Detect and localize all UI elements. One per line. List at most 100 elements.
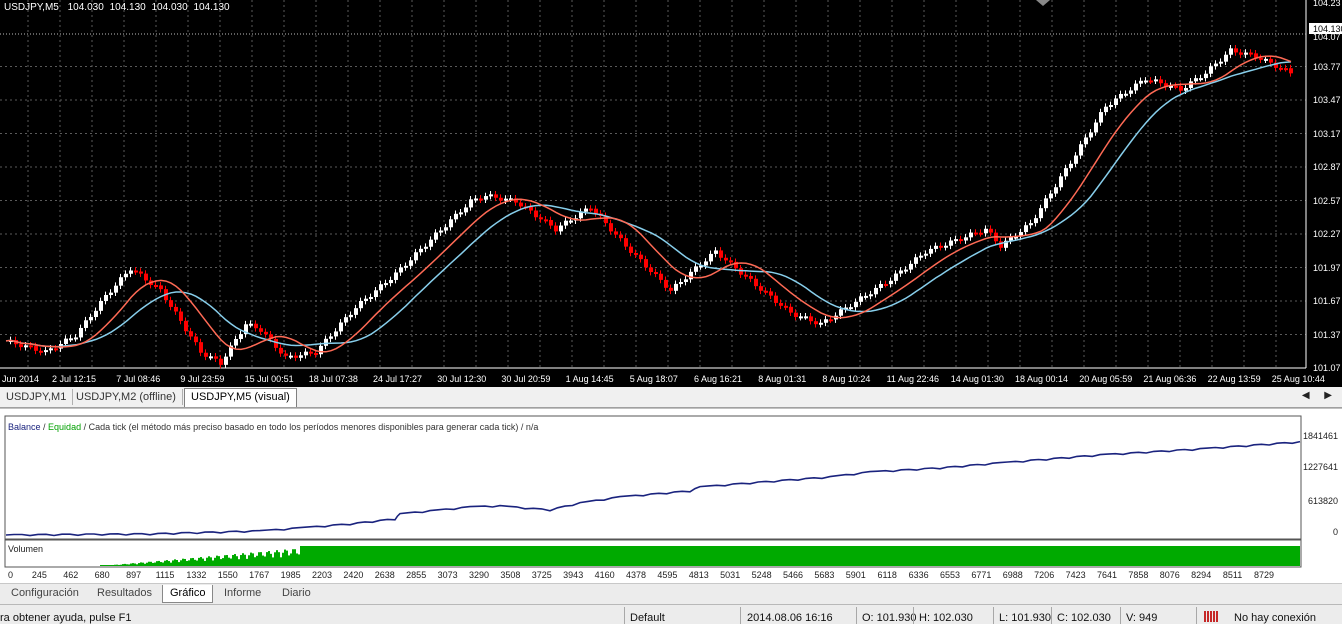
bull-candle	[1069, 163, 1073, 169]
bull-candle	[289, 355, 293, 358]
volume-bar	[546, 546, 548, 566]
volume-bar	[192, 557, 194, 566]
volume-bar	[1236, 546, 1238, 566]
volume-bar	[784, 546, 786, 566]
trade-number-label: 2203	[312, 570, 332, 580]
tab-usdjpy-m5-visual[interactable]: USDJPY,M5 (visual)	[184, 388, 297, 407]
bear-candle	[54, 348, 58, 351]
volume-bar	[272, 557, 274, 566]
bull-candle	[964, 237, 968, 241]
tab-usdjpy-m1[interactable]: USDJPY,M1	[0, 389, 74, 405]
tab-configuracion[interactable]: Configuración	[4, 585, 86, 602]
tab-resultados[interactable]: Resultados	[90, 585, 159, 602]
volume-bar	[1270, 546, 1272, 566]
status-close: C: 102.030	[1057, 612, 1111, 624]
volume-bar	[1070, 546, 1072, 566]
status-divider	[1120, 607, 1121, 624]
volume-bar	[258, 552, 260, 566]
volume-bar	[922, 546, 924, 566]
volume-bar	[866, 546, 868, 566]
volume-bar	[396, 546, 398, 566]
volume-bar	[640, 546, 642, 566]
bull-candle	[114, 285, 118, 293]
trade-number-label: 2420	[343, 570, 363, 580]
bull-candle	[24, 345, 28, 348]
bull-candle	[1084, 137, 1088, 145]
status-volume: V: 949	[1126, 612, 1158, 624]
volume-bar	[304, 546, 306, 566]
volume-bar	[150, 561, 152, 566]
volume-bar	[802, 546, 804, 566]
volume-bar	[826, 546, 828, 566]
status-profile[interactable]: Default	[630, 612, 665, 624]
bull-candle	[109, 292, 113, 296]
volume-bar	[1020, 546, 1022, 566]
volume-bar	[270, 553, 272, 566]
bull-candle	[934, 245, 938, 249]
volume-bar	[1086, 546, 1088, 566]
bear-candle	[189, 331, 193, 337]
volume-bar	[652, 546, 654, 566]
volume-bar	[1170, 546, 1172, 566]
volume-bar	[976, 546, 978, 566]
volume-bar	[328, 546, 330, 566]
volume-bar	[380, 546, 382, 566]
volume-bar	[154, 562, 156, 566]
tab-grafico[interactable]: Gráfico	[162, 585, 214, 603]
bear-candle	[314, 353, 318, 356]
volume-bar	[324, 546, 326, 566]
bull-candle	[379, 284, 383, 291]
time-label: 30 Jul 20:59	[501, 374, 550, 384]
volume-bar	[102, 565, 104, 566]
bull-candle	[1229, 48, 1233, 55]
tab-diario[interactable]: Diario	[275, 585, 318, 602]
volume-bar	[966, 546, 968, 566]
status-low: L: 101.930	[999, 612, 1051, 624]
volume-bar	[1026, 546, 1028, 566]
tab-informe[interactable]: Informe	[217, 585, 268, 602]
trade-number-label: 2638	[375, 570, 395, 580]
bear-candle	[139, 271, 143, 274]
bull-candle	[429, 239, 433, 247]
trade-number-label: 5031	[720, 570, 740, 580]
trade-number-label: 6771	[971, 570, 991, 580]
volume-bar	[824, 546, 826, 566]
volume-bar	[868, 546, 870, 566]
volume-bar	[956, 546, 958, 566]
volume-bar	[996, 546, 998, 566]
volume-bar	[446, 546, 448, 566]
volume-bar	[290, 553, 292, 566]
bull-candle	[434, 232, 438, 240]
time-label: Jun 2014	[2, 374, 39, 384]
trade-number-label: 1767	[249, 570, 269, 580]
bull-candle	[489, 194, 493, 197]
volume-bar	[738, 546, 740, 566]
bull-candle	[904, 269, 908, 272]
bull-candle	[839, 309, 843, 316]
volume-bar	[1066, 546, 1068, 566]
status-divider	[856, 607, 857, 624]
bear-candle	[624, 238, 628, 247]
price-chart-canvas[interactable]: 104.23104.13104.07103.77103.47103.17102.…	[0, 0, 1342, 387]
volume-bar	[132, 563, 134, 566]
bull-candle	[94, 310, 98, 318]
time-label: 18 Jul 07:38	[309, 374, 358, 384]
volume-bar	[756, 546, 758, 566]
volume-bar	[1230, 546, 1232, 566]
price-chart[interactable]: 104.23104.13104.07103.77103.47103.17102.…	[0, 0, 1342, 387]
bear-candle	[754, 278, 758, 287]
tab-usdjpy-m2-offline[interactable]: USDJPY,M2 (offline)	[70, 389, 183, 405]
volume-bar	[856, 546, 858, 566]
volume-bar	[148, 561, 150, 566]
current-price-label: 104.130	[1313, 24, 1342, 34]
volume-bar	[152, 562, 154, 566]
volume-bar	[482, 546, 484, 566]
bull-candle	[1244, 52, 1248, 55]
volume-bar	[124, 563, 126, 566]
bear-candle	[769, 291, 773, 296]
volume-bar	[1266, 546, 1268, 566]
bull-candle	[409, 260, 413, 266]
volume-bar	[496, 546, 498, 566]
tab-scroll-arrows[interactable]: ◀ ▶	[1302, 390, 1338, 401]
bull-candle	[824, 319, 828, 323]
